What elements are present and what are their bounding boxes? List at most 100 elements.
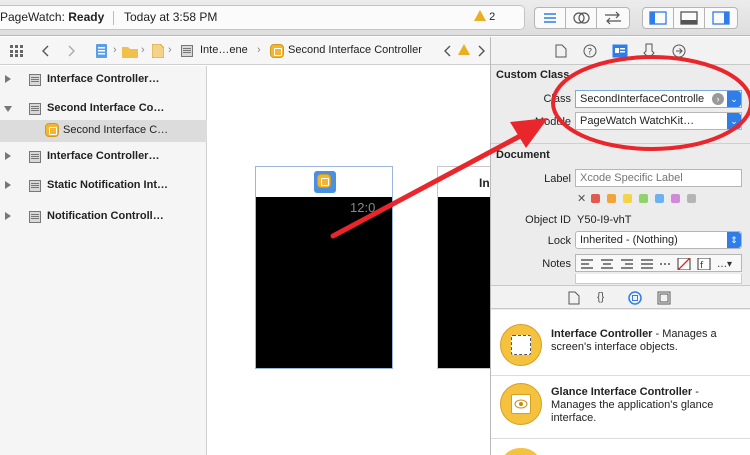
document-outline: Interface Controller… Second Interface C… — [0, 66, 207, 455]
outline-item-label: Static Notification Int… — [47, 179, 168, 191]
identity-inspector-icon[interactable] — [612, 44, 628, 58]
outline-item-label: Second Interface Co… — [47, 102, 165, 114]
assistant-editor-icon — [573, 12, 590, 24]
interface-controller-icon — [45, 123, 59, 137]
warning-count: 2 — [489, 11, 496, 23]
activity-status: PageWatch: Ready — [0, 10, 105, 24]
document-section-title: Document — [496, 149, 550, 161]
toggle-navigator-button[interactable] — [642, 7, 674, 29]
class-combo-box[interactable]: SecondInterfaceControlle › ⌄ — [575, 90, 742, 108]
toggle-debug-area-button[interactable] — [673, 7, 705, 29]
label-color-swatch[interactable] — [671, 194, 680, 203]
label-color-swatch[interactable] — [607, 194, 616, 203]
scene-icon — [29, 151, 41, 163]
second-interface-controller-scene[interactable]: 12:0 — [255, 166, 393, 369]
disclosure-right-icon[interactable] — [5, 152, 11, 160]
watch-screen[interactable]: 12:0 — [256, 197, 392, 368]
library-item-glance-controller[interactable]: Glance Interface Controller - Manages th… — [491, 377, 750, 439]
scene-controller-button[interactable] — [314, 171, 336, 193]
outline-item-expanded[interactable]: Second Interface Co… — [0, 98, 207, 120]
media-library-icon[interactable] — [657, 291, 671, 305]
scene-icon — [29, 211, 41, 223]
file-template-icon[interactable] — [568, 291, 580, 305]
utilities-panel-icon — [712, 11, 730, 25]
standard-editor-button[interactable] — [534, 7, 566, 29]
disclosure-right-icon[interactable] — [5, 181, 11, 189]
xcode-label-input[interactable] — [575, 169, 742, 187]
chevron-updown-icon[interactable]: ⇕ — [727, 232, 741, 248]
interface-controller-icon — [500, 324, 542, 366]
label-color-swatch[interactable] — [623, 194, 632, 203]
forward-arrow-icon[interactable] — [66, 45, 76, 57]
next-scene[interactable]: In — [437, 166, 498, 369]
library-item-description: Glance Interface Controller - Manages th… — [551, 386, 714, 424]
folder-icon[interactable] — [122, 45, 138, 58]
navigator-panel-icon — [649, 11, 667, 25]
outline-item[interactable]: Interface Controller… — [0, 146, 207, 168]
storyboard-file-icon[interactable] — [152, 44, 164, 58]
notes-label: Notes — [542, 258, 571, 270]
disclosure-right-icon[interactable] — [5, 212, 11, 220]
attributes-inspector-icon[interactable] — [643, 43, 655, 59]
jump-bar: › › › Inte…ene › Second Interface Contro… — [0, 37, 490, 65]
warning-icon — [474, 10, 486, 21]
chevron-down-icon[interactable]: ⌄ — [727, 91, 741, 107]
next-issue-icon[interactable] — [476, 45, 486, 57]
assistant-editor-button[interactable] — [565, 7, 597, 29]
library-item-interface-controller[interactable]: Interface Controller - Manages a screen'… — [491, 318, 750, 376]
text-format-icons[interactable]: f …▾ — [579, 258, 739, 270]
object-id-value: Y50-I9-vhT — [577, 214, 632, 226]
outline-item[interactable]: Static Notification Int… — [0, 175, 207, 197]
chevron-down-icon[interactable]: ⌄ — [727, 113, 741, 129]
label-color-swatch[interactable] — [591, 194, 600, 203]
lock-label: Lock — [547, 235, 571, 247]
interface-controller-icon — [270, 44, 284, 58]
notes-text-area[interactable] — [575, 274, 742, 284]
breadcrumb-controller[interactable]: Second Interface Controller — [288, 44, 422, 56]
back-arrow-icon[interactable] — [41, 45, 51, 57]
toggle-utilities-button[interactable] — [704, 7, 738, 29]
glance-controller-icon — [500, 383, 542, 425]
file-inspector-icon[interactable] — [555, 44, 567, 58]
outline-item[interactable]: Notification Controll… — [0, 206, 207, 228]
notes-format-bar: f …▾ — [575, 254, 742, 272]
section-divider — [491, 143, 750, 144]
module-combo-box[interactable]: PageWatch WatchKit… ⌄ — [575, 112, 742, 130]
breadcrumb-scene[interactable]: Inte…ene — [200, 44, 248, 56]
scene-icon — [29, 74, 41, 86]
previous-issue-icon[interactable] — [443, 45, 453, 57]
lock-popup[interactable]: Inherited - (Nothing) ⇕ — [575, 231, 742, 249]
breadcrumb-separator-2: › — [141, 44, 145, 56]
watch-screen[interactable] — [438, 197, 498, 368]
outline-item[interactable]: Interface Controller… — [0, 69, 207, 91]
object-library-list[interactable]: Interface Controller - Manages a screen'… — [491, 310, 750, 455]
code-snippet-icon[interactable]: {} — [597, 291, 604, 303]
scene-icon — [181, 45, 193, 57]
label-field-label: Label — [544, 173, 571, 185]
disclosure-right-icon[interactable] — [5, 75, 11, 83]
go-to-class-icon[interactable]: › — [712, 93, 724, 105]
window-toolbar: PageWatch: Ready Today at 3:58 PM 2 — [0, 0, 750, 36]
warning-issue-icon[interactable] — [458, 44, 470, 57]
label-color-swatch[interactable] — [639, 194, 648, 203]
class-label: Class — [543, 93, 571, 105]
interface-controller-icon — [317, 174, 331, 188]
storyboard-canvas[interactable]: 12:0 In — [208, 66, 498, 455]
disclosure-down-icon[interactable] — [4, 106, 12, 112]
custom-class-section-title: Custom Class — [496, 69, 570, 81]
quick-help-icon[interactable]: ? — [583, 44, 597, 58]
watch-time: 12:0 — [350, 200, 376, 215]
no-color-icon[interactable]: ✕ — [577, 192, 586, 205]
connections-inspector-icon[interactable] — [672, 44, 686, 58]
warning-indicator[interactable]: 2 — [474, 6, 495, 29]
project-file-icon[interactable] — [95, 44, 109, 58]
standard-editor-icon — [544, 13, 556, 23]
version-editor-button[interactable] — [596, 7, 630, 29]
object-library-icon[interactable] — [628, 291, 642, 305]
related-items-icon[interactable] — [10, 45, 24, 57]
outline-item-selected[interactable]: Second Interface C… — [0, 120, 207, 142]
label-color-swatch[interactable] — [655, 194, 664, 203]
scene-icon — [29, 180, 41, 192]
label-color-swatch[interactable] — [687, 194, 696, 203]
inspector-tabs: ? — [491, 37, 750, 65]
